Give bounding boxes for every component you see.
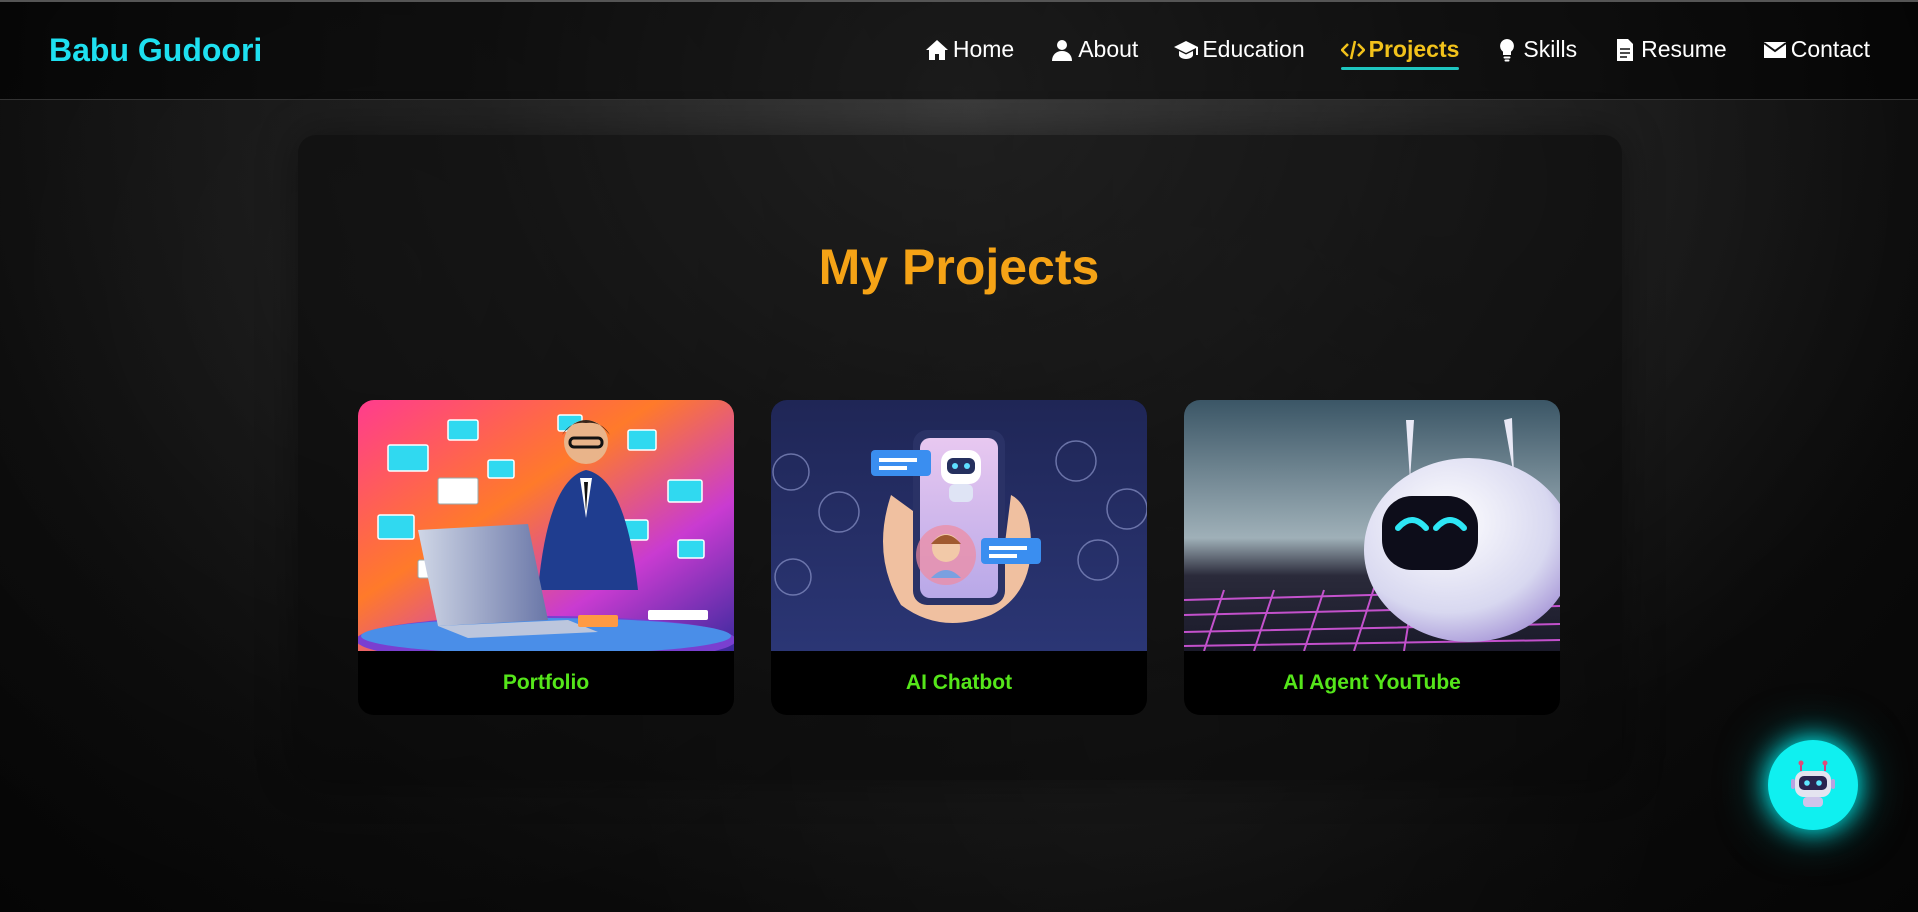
nav-resume-label: Resume — [1641, 36, 1727, 62]
nav-home[interactable]: Home — [925, 36, 1014, 67]
nav-about-label: About — [1078, 36, 1139, 62]
project-card-portfolio[interactable]: Portfolio — [358, 400, 734, 715]
nav-skills-label: Skills — [1523, 36, 1578, 62]
nav-resume[interactable]: Resume — [1613, 36, 1727, 67]
project-title: Portfolio — [502, 671, 590, 694]
nav-about[interactable]: About — [1050, 36, 1138, 67]
main-nav: Home About Education Projects Skills Res… — [925, 36, 1870, 70]
project-title: AI Chatbot — [905, 671, 1013, 694]
project-cards: Portfolio AI Chatbot AI Agent YouTube — [358, 400, 1560, 715]
nav-education[interactable]: Education — [1174, 36, 1305, 67]
ai-agent-youtube-image — [1184, 400, 1560, 651]
nav-education-label: Education — [1202, 36, 1305, 62]
ai-chatbot-image — [771, 400, 1147, 651]
nav-projects-label: Projects — [1368, 36, 1460, 62]
section-title: My Projects — [818, 239, 1100, 295]
project-card-ai-chatbot[interactable]: AI Chatbot — [771, 400, 1147, 715]
nav-skills[interactable]: Skills — [1495, 36, 1577, 67]
document-icon — [1617, 38, 1634, 61]
graduation-cap-icon — [1174, 40, 1199, 59]
nav-contact[interactable]: Contact — [1763, 36, 1870, 67]
envelope-icon — [1763, 41, 1787, 58]
code-icon — [1340, 40, 1365, 59]
project-card-ai-agent-youtube[interactable]: AI Agent YouTube — [1184, 400, 1560, 715]
nav-home-label: Home — [952, 36, 1015, 62]
robot-icon — [1791, 760, 1835, 807]
portfolio-image — [358, 400, 734, 651]
navbar: Babu Gudoori Home About Education Projec… — [0, 0, 1918, 100]
home-icon — [925, 39, 948, 60]
brand-logo[interactable]: Babu Gudoori — [49, 32, 262, 69]
project-title: AI Agent YouTube — [1283, 671, 1461, 694]
user-icon — [1052, 39, 1073, 61]
chatbot-launcher-button[interactable] — [1768, 740, 1858, 830]
lightbulb-icon — [1500, 38, 1515, 61]
nav-projects[interactable]: Projects — [1340, 36, 1460, 70]
nav-contact-label: Contact — [1790, 36, 1870, 62]
